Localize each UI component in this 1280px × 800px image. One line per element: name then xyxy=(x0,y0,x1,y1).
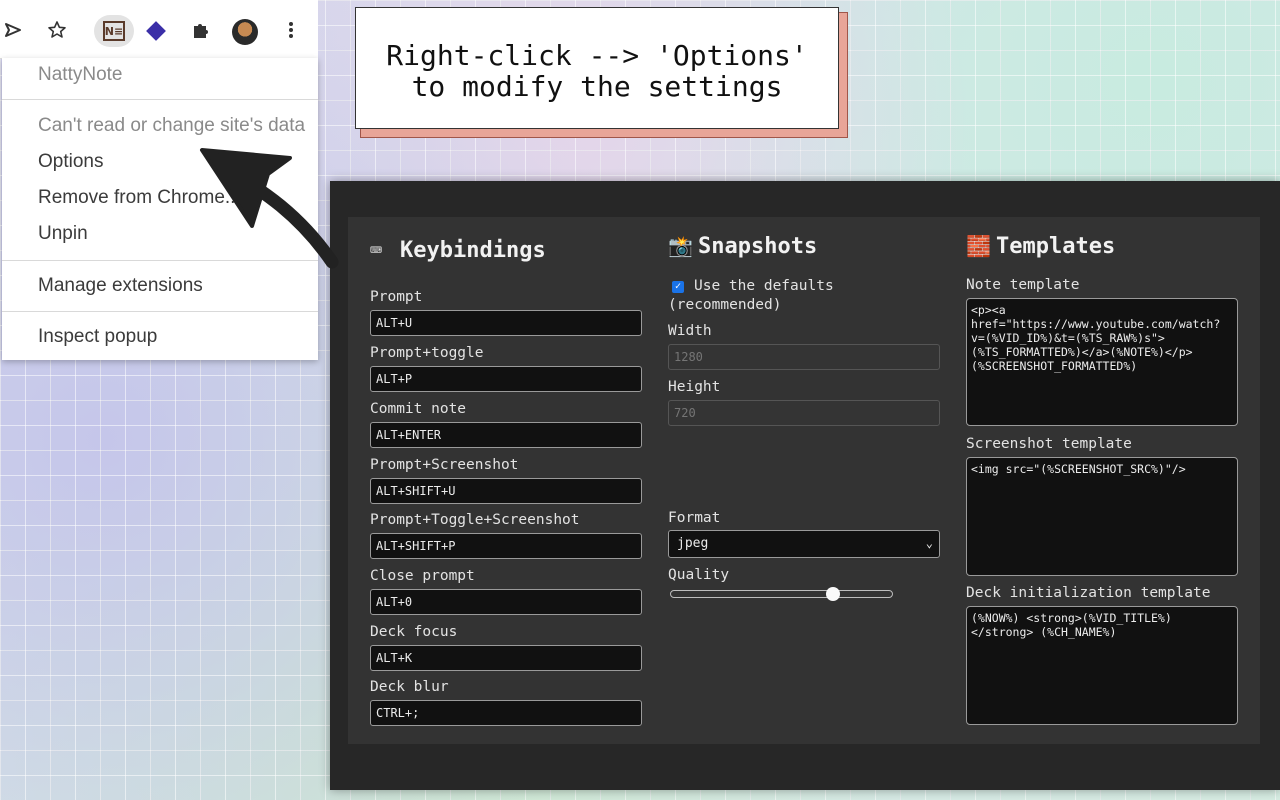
keybinding-label: Prompt+toggle xyxy=(370,345,484,361)
keybinding-label: Prompt+Toggle+Screenshot xyxy=(370,512,580,528)
use-defaults-sublabel: (recommended) xyxy=(668,297,782,313)
screenshot-template-textarea[interactable]: <img src="(%SCREENSHOT_SRC%)"/> xyxy=(966,457,1238,576)
menu-divider xyxy=(2,260,318,261)
play-arrow-icon[interactable] xyxy=(2,19,24,41)
keybinding-input-close-prompt[interactable] xyxy=(370,589,642,615)
width-label: Width xyxy=(668,323,712,339)
nattynote-extension-icon[interactable]: N≡ xyxy=(103,21,125,41)
browser-toolbar: N≡ xyxy=(0,0,318,59)
keyboard-icon: ⌨ xyxy=(370,238,383,262)
keybinding-input-deck-focus[interactable] xyxy=(370,645,642,671)
keybinding-label: Commit note xyxy=(370,401,467,417)
options-panel: ⌨Keybindings Prompt Prompt+toggle Commit… xyxy=(348,217,1260,744)
callout-line: to modify the settings xyxy=(411,70,783,103)
note-template-label: Note template xyxy=(966,277,1080,293)
instruction-callout: Right-click --> 'Options' to modify the … xyxy=(355,7,839,129)
camera-flash-icon: 📸 xyxy=(668,234,693,258)
quality-label: Quality xyxy=(668,567,730,583)
menu-item-manage-extensions[interactable]: Manage extensions xyxy=(38,275,203,297)
keybindings-heading: ⌨ Keybindings xyxy=(370,238,546,263)
menu-divider xyxy=(2,311,318,312)
keybinding-input-prompt-screenshot[interactable] xyxy=(370,478,642,504)
menu-item-inspect-popup[interactable]: Inspect popup xyxy=(38,326,157,348)
menu-title: NattyNote xyxy=(38,64,123,85)
keybinding-label: Deck focus xyxy=(370,624,458,640)
format-label: Format xyxy=(668,510,721,526)
use-defaults-checkbox[interactable]: ✓ xyxy=(672,281,684,293)
snapshots-heading: 📸 Snapshots xyxy=(668,234,818,259)
menu-item-permission: Can't read or change site's data xyxy=(38,115,306,136)
star-icon[interactable] xyxy=(46,19,68,41)
brick-icon: 🧱 xyxy=(966,234,991,258)
height-label: Height xyxy=(668,379,721,395)
note-template-textarea[interactable]: <p><a href="https://www.youtube.com/watc… xyxy=(966,298,1238,426)
menu-divider xyxy=(2,99,318,100)
diamond-extension-icon[interactable] xyxy=(146,21,166,41)
puzzle-icon[interactable] xyxy=(190,19,212,41)
profile-avatar[interactable] xyxy=(232,19,258,45)
keybinding-input-prompt-toggle[interactable] xyxy=(370,366,642,392)
keybinding-input-prompt[interactable] xyxy=(370,310,642,336)
height-input xyxy=(668,400,940,426)
callout-line: Right-click --> 'Options' xyxy=(386,39,808,72)
use-defaults-label: Use the defaults xyxy=(694,278,834,294)
quality-slider-thumb[interactable] xyxy=(825,587,840,601)
check-icon: ✓ xyxy=(672,281,684,293)
width-input xyxy=(668,344,940,370)
menu-item-remove[interactable]: Remove from Chrome... xyxy=(38,187,241,209)
keybinding-label: Prompt xyxy=(370,289,423,305)
format-select[interactable]: jpeg ⌄ xyxy=(668,530,940,558)
screenshot-template-label: Screenshot template xyxy=(966,436,1132,452)
menu-item-options[interactable]: Options xyxy=(38,151,103,173)
menu-item-unpin[interactable]: Unpin xyxy=(38,223,88,245)
chevron-down-icon: ⌄ xyxy=(925,536,933,550)
keybinding-label: Prompt+Screenshot xyxy=(370,457,519,473)
keybinding-label: Deck blur xyxy=(370,679,449,695)
keybinding-label: Close prompt xyxy=(370,568,475,584)
keybinding-input-deck-blur[interactable] xyxy=(370,700,642,726)
templates-heading: 🧱 Templates xyxy=(966,234,1116,259)
quality-slider[interactable] xyxy=(670,590,893,598)
keybinding-input-commit-note[interactable] xyxy=(370,422,642,448)
format-selected-value: jpeg xyxy=(677,536,709,551)
deck-template-textarea[interactable]: (%NOW%) <strong>(%VID_TITLE%)</strong> (… xyxy=(966,606,1238,725)
extension-context-menu: NattyNote Can't read or change site's da… xyxy=(2,58,318,360)
kebab-menu-icon[interactable] xyxy=(280,19,302,41)
keybinding-input-prompt-toggle-screenshot[interactable] xyxy=(370,533,642,559)
deck-template-label: Deck initialization template xyxy=(966,585,1211,601)
